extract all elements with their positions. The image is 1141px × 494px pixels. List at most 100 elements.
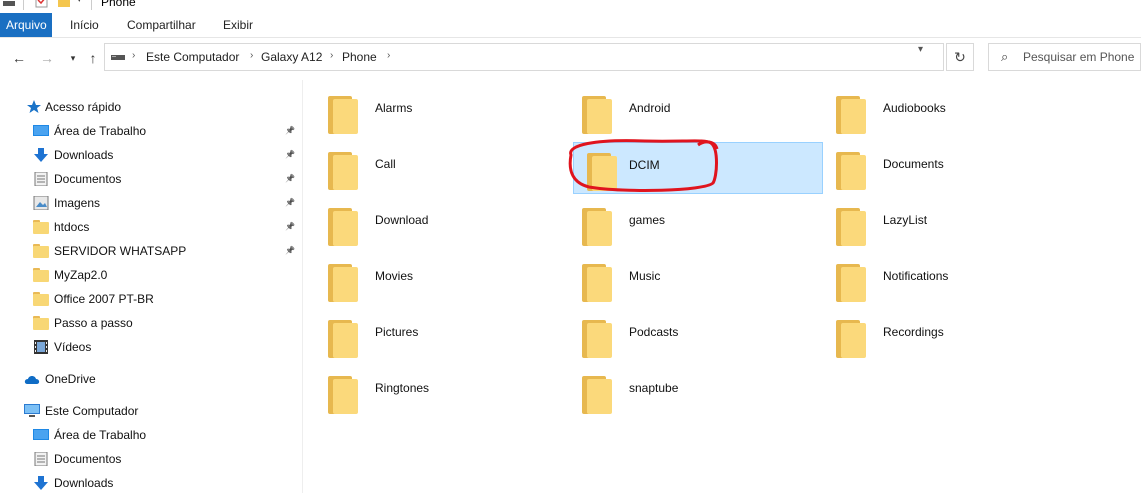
documents-icon — [34, 172, 48, 186]
nav-label: Área de Trabalho — [54, 124, 147, 138]
folder-item[interactable]: DCIM — [573, 142, 823, 194]
device-icon — [111, 55, 125, 60]
nav-label: SERVIDOR WHATSAPP — [54, 244, 187, 258]
folder-icon — [582, 264, 612, 302]
folder-item[interactable]: Ringtones — [304, 366, 554, 418]
separator — [23, 0, 24, 10]
pictures-icon — [33, 196, 49, 210]
tab-arquivo[interactable]: Arquivo — [0, 13, 52, 37]
folder-item[interactable]: Notifications — [812, 254, 1062, 306]
documents-icon — [34, 452, 48, 466]
back-button[interactable]: ← — [10, 48, 28, 68]
nav-label: Área de Trabalho — [54, 428, 147, 442]
address-bar[interactable]: › Este Computador › Galaxy A12 › Phone › — [104, 43, 944, 71]
videos-icon — [34, 340, 48, 354]
window-title: Phone — [101, 0, 136, 9]
address-history-chevron-icon[interactable]: ▾ — [918, 44, 923, 55]
folder-item[interactable]: Recordings — [812, 310, 1062, 362]
pin-icon[interactable]: 📌 — [285, 120, 295, 142]
separator — [91, 0, 92, 10]
folder-item[interactable]: Documents — [812, 142, 1062, 194]
folder-name: Podcasts — [629, 325, 679, 339]
folder-item[interactable]: Audiobooks — [812, 86, 1062, 138]
address-row: ← → ▾ ↑ › Este Computador › Galaxy A12 ›… — [0, 38, 1141, 78]
nav-item[interactable]: Vídeos — [33, 336, 300, 358]
pin-icon[interactable]: 📌 — [285, 144, 295, 166]
chevron-right-icon[interactable]: › — [132, 50, 135, 61]
folder-item[interactable]: Podcasts — [558, 310, 808, 362]
nav-item[interactable]: Imagens 📌 — [33, 192, 300, 214]
nav-quick-access[interactable]: Acesso rápido — [24, 96, 294, 118]
tab-inicio[interactable]: Início — [61, 13, 108, 37]
chevron-right-icon[interactable]: › — [330, 50, 333, 61]
nav-onedrive[interactable]: OneDrive — [24, 368, 300, 390]
folder-item[interactable]: Android — [558, 86, 808, 138]
recent-locations-button[interactable]: ▾ — [64, 48, 82, 68]
folder-name: Music — [629, 269, 661, 283]
folder-icon — [328, 96, 358, 134]
folder-item[interactable]: Alarms — [304, 86, 554, 138]
folder-item[interactable]: games — [558, 198, 808, 250]
folder-icon — [836, 96, 866, 134]
tab-compartilhar[interactable]: Compartilhar — [118, 13, 205, 37]
customize-toolbar-icon[interactable]: ▾ — [77, 0, 82, 5]
forward-button[interactable]: → — [38, 48, 56, 68]
ribbon-tabs: Arquivo Início Compartilhar Exibir — [0, 13, 1141, 38]
folder-icon — [836, 320, 866, 358]
nav-item[interactable]: SERVIDOR WHATSAPP 📌 — [33, 240, 300, 262]
breadcrumb-phone[interactable]: Phone — [342, 50, 377, 64]
nav-item[interactable]: htdocs 📌 — [33, 216, 300, 238]
folder-name: Pictures — [375, 325, 419, 339]
breadcrumb-galaxy-a12[interactable]: Galaxy A12 — [261, 50, 322, 64]
search-input[interactable] — [1023, 47, 1138, 67]
nav-item[interactable]: Documentos 📌 — [33, 168, 300, 190]
pin-icon[interactable]: 📌 — [285, 240, 295, 262]
nav-item[interactable]: Passo a passo — [33, 312, 300, 334]
properties-icon[interactable] — [35, 0, 49, 8]
chevron-right-icon[interactable]: › — [387, 50, 390, 61]
folder-item[interactable]: Call — [304, 142, 554, 194]
folder-name: Documents — [883, 157, 944, 171]
nav-label: OneDrive — [45, 372, 96, 386]
search-box[interactable]: ⌕ — [988, 43, 1141, 71]
folder-item[interactable]: Download — [304, 198, 554, 250]
nav-item[interactable]: MyZap2.0 — [33, 264, 300, 286]
up-button[interactable]: ↑ — [84, 48, 102, 68]
folder-icon — [582, 320, 612, 358]
breadcrumb-este-computador[interactable]: Este Computador — [146, 50, 239, 64]
folder-item[interactable]: snaptube — [558, 366, 808, 418]
folder-item[interactable]: Movies — [304, 254, 554, 306]
nav-item[interactable]: Área de Trabalho — [33, 424, 300, 446]
folder-icon — [328, 208, 358, 246]
folder-name: Recordings — [883, 325, 944, 339]
new-folder-icon[interactable] — [57, 0, 71, 8]
pin-icon[interactable]: 📌 — [285, 216, 295, 238]
folder-icon — [328, 264, 358, 302]
folder-item[interactable]: Pictures — [304, 310, 554, 362]
nav-label: htdocs — [54, 220, 90, 234]
nav-item[interactable]: Downloads — [33, 472, 300, 494]
nav-item[interactable]: Downloads 📌 — [33, 144, 300, 166]
nav-item[interactable]: Documentos — [33, 448, 300, 470]
star-icon — [27, 100, 41, 113]
folder-name: Alarms — [375, 101, 413, 115]
pane-divider — [302, 80, 303, 493]
chevron-right-icon[interactable]: › — [250, 50, 253, 61]
folder-icon — [33, 220, 49, 234]
folder-name: Android — [629, 101, 671, 115]
nav-item[interactable]: Área de Trabalho 📌 — [33, 120, 300, 142]
nav-this-pc[interactable]: Este Computador — [24, 400, 300, 422]
tab-exibir[interactable]: Exibir — [214, 13, 262, 37]
folder-name: Call — [375, 157, 396, 171]
refresh-button[interactable]: ↻ — [946, 43, 974, 71]
nav-label: Vídeos — [54, 340, 92, 354]
desktop-icon — [33, 125, 49, 136]
nav-label: Passo a passo — [54, 316, 133, 330]
folder-item[interactable]: Music — [558, 254, 808, 306]
nav-item[interactable]: Office 2007 PT-BR — [33, 288, 300, 310]
folder-name: Audiobooks — [883, 101, 946, 115]
folder-item[interactable]: LazyList — [812, 198, 1062, 250]
pin-icon[interactable]: 📌 — [285, 192, 295, 214]
desktop-icon — [33, 429, 49, 440]
pin-icon[interactable]: 📌 — [285, 168, 295, 190]
